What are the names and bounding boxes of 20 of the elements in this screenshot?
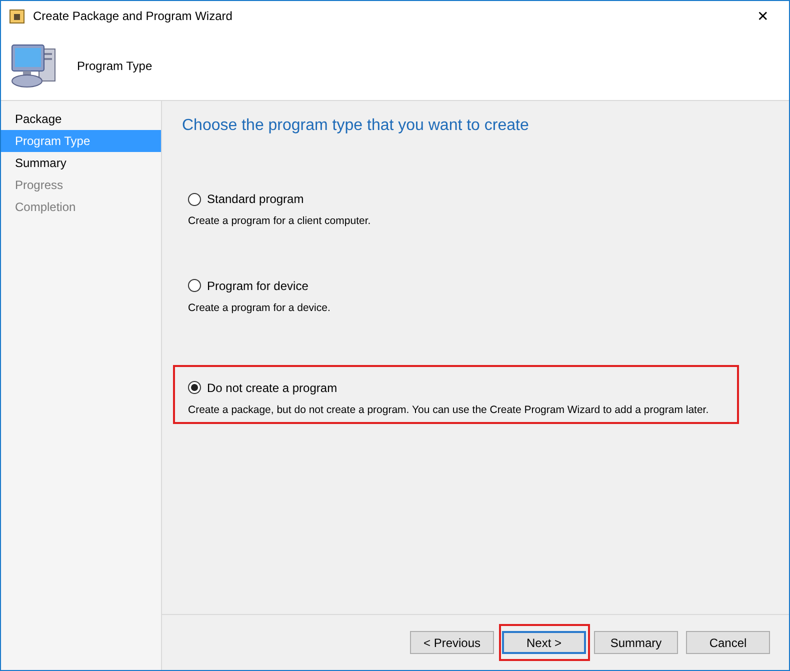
option-description: Create a program for a device. xyxy=(188,300,332,316)
option-description: Create a package, but do not create a program. You can use the Create Program Wizard to add a program later. xyxy=(188,402,710,418)
page-title: Program Type xyxy=(77,58,152,74)
wizard-button[interactable]: Cancel xyxy=(686,631,770,654)
sidebar-item[interactable]: Package xyxy=(1,108,161,130)
package-icon xyxy=(9,8,25,24)
option-description: Create a program for a client computer. xyxy=(188,214,372,229)
wizard-button[interactable]: < Previous xyxy=(410,631,494,654)
close-button[interactable]: ✕ xyxy=(749,6,777,26)
heading: Choose the program type that you want to create xyxy=(182,116,530,136)
wizard-button[interactable]: Next > xyxy=(502,631,586,654)
radio-option[interactable]: Standard program xyxy=(188,190,789,208)
radio-button[interactable] xyxy=(188,279,201,292)
radio-button[interactable] xyxy=(188,192,201,206)
radio-button[interactable] xyxy=(188,381,201,394)
sidebar-item[interactable]: Summary xyxy=(1,152,161,174)
window-title: Create Package and Program Wizard xyxy=(33,8,232,25)
radio-option[interactable]: Program for device xyxy=(188,276,789,295)
radio-option[interactable]: Do not create a program xyxy=(188,378,789,396)
wizard-button[interactable]: Summary xyxy=(594,631,678,654)
